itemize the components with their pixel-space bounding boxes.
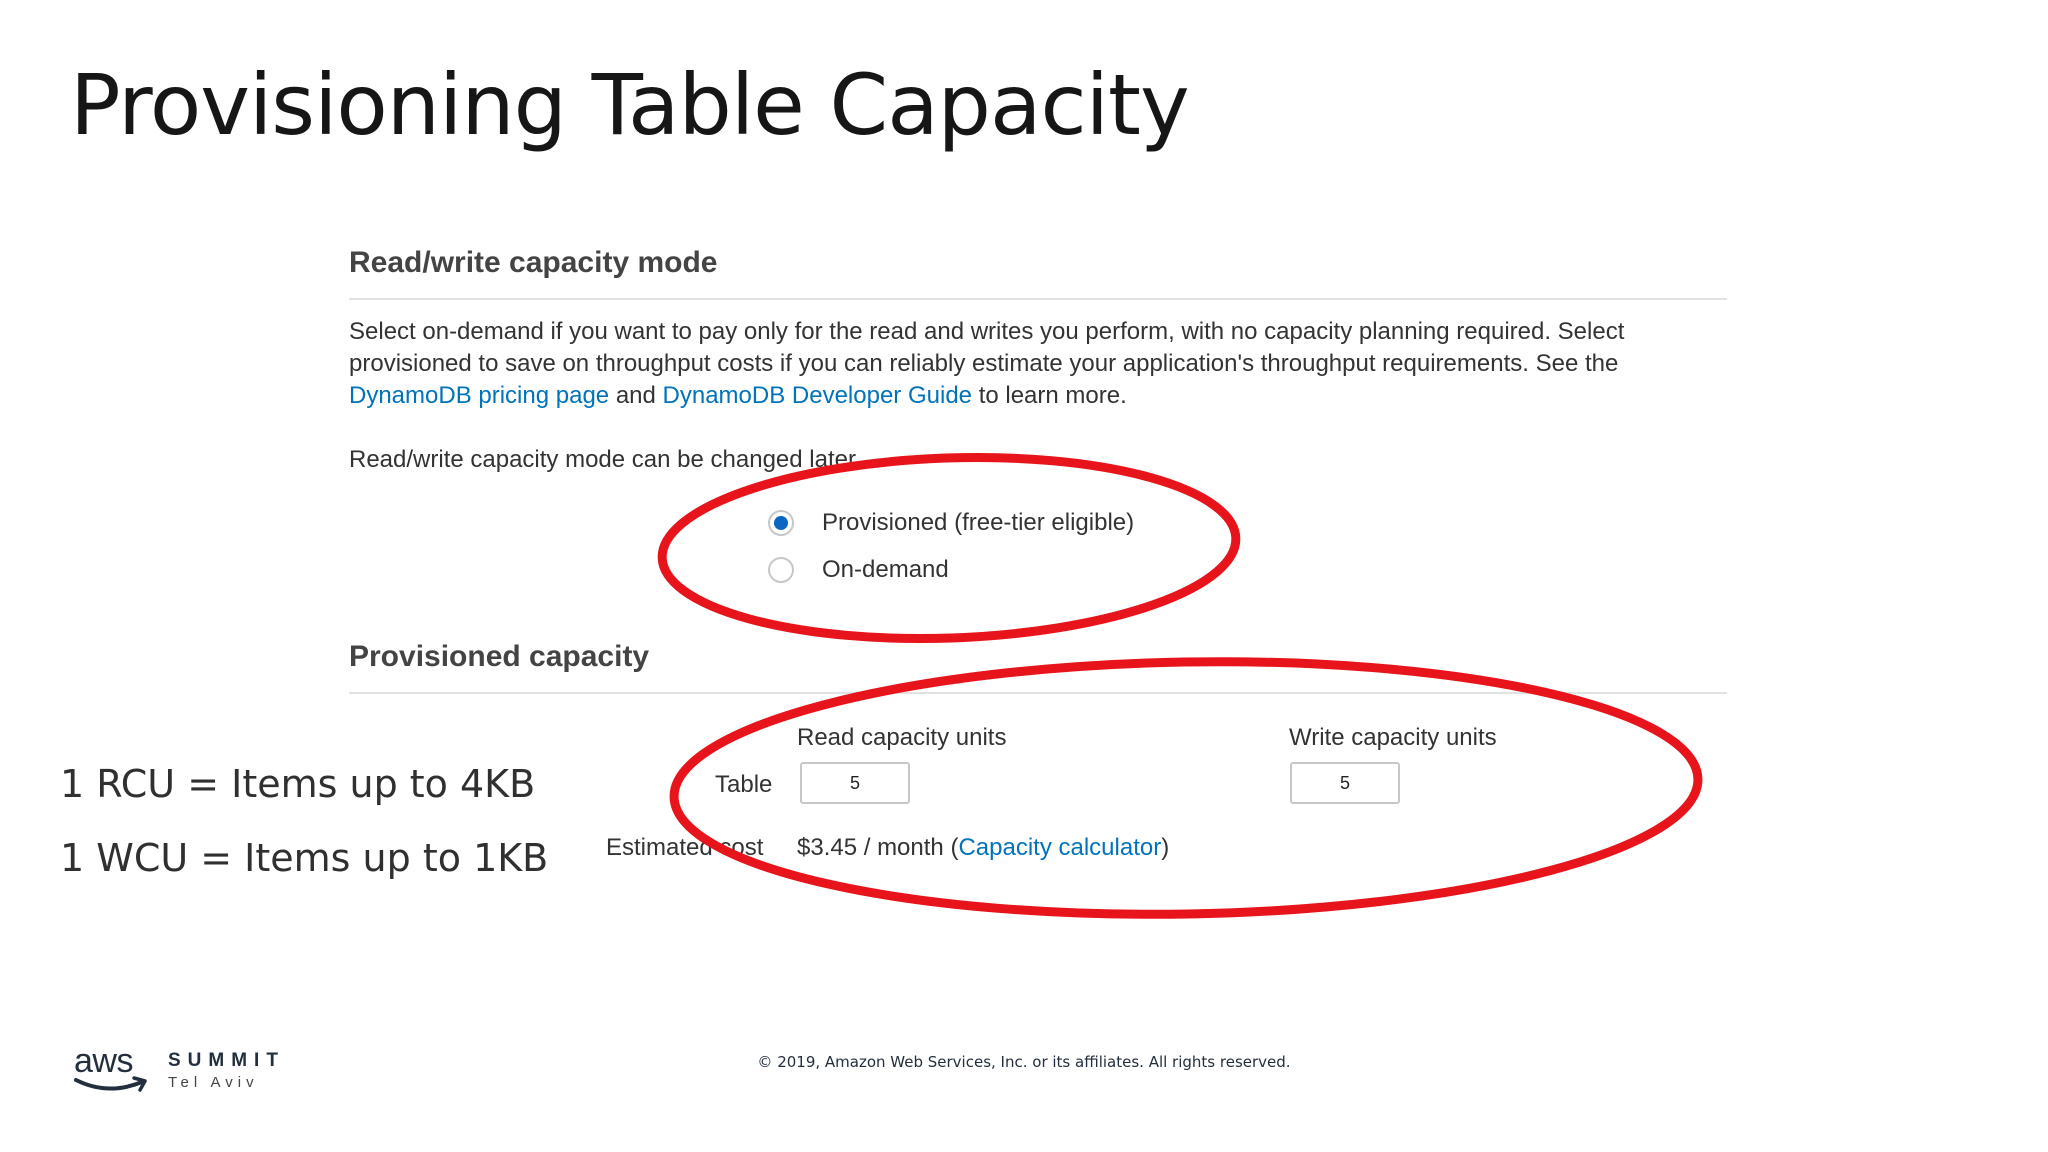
estimated-cost-value: $3.45 / month (Capacity calculator) (797, 834, 1169, 862)
read-capacity-input[interactable] (800, 762, 910, 804)
radio-option-provisioned[interactable]: Provisioned (free-tier eligible) (768, 509, 1134, 537)
wcu-note: 1 WCU = Items up to 1KB (60, 836, 549, 880)
red-annotation-ellipses (657, 452, 1703, 919)
ellipse-radio-options (657, 452, 1241, 644)
rcu-note: 1 RCU = Items up to 4KB (60, 762, 536, 806)
section-divider (349, 692, 1727, 694)
provisioned-capacity-heading: Provisioned capacity (349, 640, 650, 673)
capacity-mode-change-note: Read/write capacity mode can be changed … (349, 446, 862, 473)
capacity-mode-heading: Read/write capacity mode (349, 246, 718, 279)
summit-city: Tel Aviv (168, 1074, 259, 1091)
radio-option-on-demand[interactable]: On-demand (768, 556, 949, 584)
radio-label-on-demand: On-demand (822, 556, 949, 583)
calculator-close-paren: ) (1161, 834, 1170, 861)
aws-smile-icon (74, 1076, 147, 1092)
developer-guide-link[interactable]: DynamoDB Developer Guide (663, 382, 972, 409)
radio-button-unchecked[interactable] (768, 557, 794, 583)
table-row-label: Table (715, 771, 773, 798)
section-divider (349, 298, 1727, 300)
and-text: and (615, 382, 656, 409)
write-capacity-label: Write capacity units (1289, 724, 1497, 751)
capacity-mode-description: Select on-demand if you want to pay only… (349, 316, 1729, 412)
slide-title: Provisioning Table Capacity (70, 56, 1190, 154)
write-capacity-input[interactable] (1290, 762, 1400, 804)
description-text: Select on-demand if you want to pay only… (349, 318, 1625, 377)
radio-button-checked[interactable] (768, 510, 794, 536)
learn-more-text: to learn more. (978, 382, 1127, 409)
estimated-cost-label: Estimated cost (606, 834, 764, 861)
pricing-page-link[interactable]: DynamoDB pricing page (349, 382, 609, 409)
read-capacity-label: Read capacity units (797, 724, 1007, 751)
cost-value: $3.45 / month (797, 834, 944, 861)
radio-label-provisioned: Provisioned (free-tier eligible) (822, 509, 1135, 536)
capacity-calculator-link[interactable]: Capacity calculator (958, 834, 1161, 861)
copyright-notice: © 2019, Amazon Web Services, Inc. or its… (757, 1053, 1291, 1071)
